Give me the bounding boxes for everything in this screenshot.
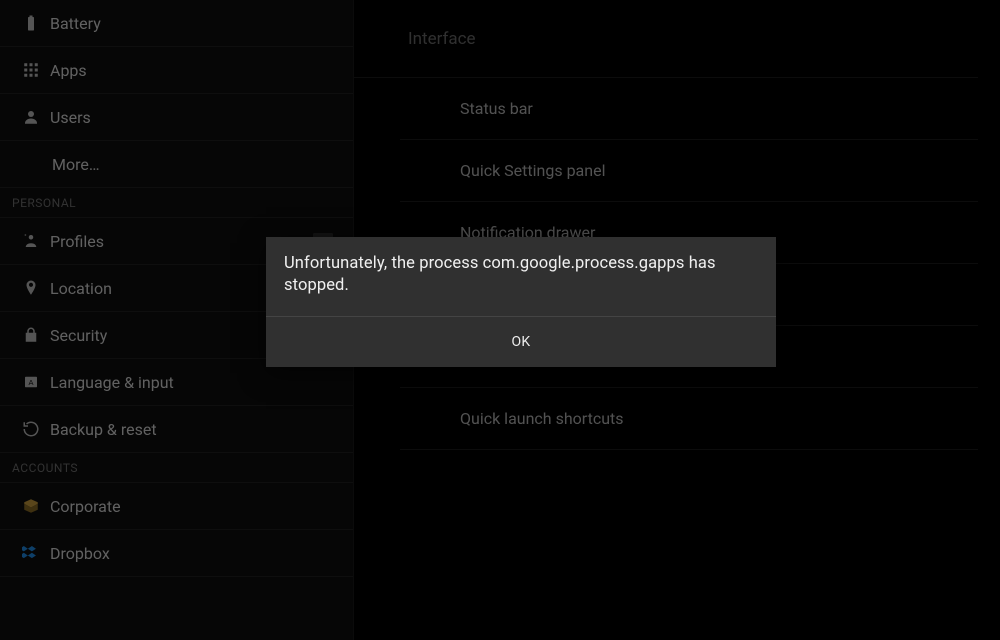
language-icon: A bbox=[22, 370, 50, 394]
sidebar-item-label: Location bbox=[50, 279, 112, 298]
dialog-ok-label: OK bbox=[511, 334, 530, 350]
sidebar-item-label: Users bbox=[50, 108, 91, 127]
sidebar-item-label: Apps bbox=[50, 61, 87, 80]
sidebar-item-battery[interactable]: Battery bbox=[0, 0, 353, 47]
content-item-label: Quick Settings panel bbox=[460, 161, 605, 180]
sidebar-item-label: More… bbox=[52, 155, 100, 174]
sidebar-item-label: Language & input bbox=[50, 373, 174, 392]
sidebar-item-corporate[interactable]: Corporate bbox=[0, 483, 353, 530]
apps-icon bbox=[22, 58, 50, 82]
profiles-icon bbox=[22, 229, 50, 253]
battery-icon bbox=[22, 11, 50, 35]
sidebar-category-label: ACCOUNTS bbox=[12, 461, 78, 475]
sidebar-item-dropbox[interactable]: Dropbox bbox=[0, 530, 353, 577]
svg-text:A: A bbox=[28, 378, 33, 387]
content-item-status-bar[interactable]: Status bar bbox=[400, 78, 978, 140]
sidebar-item-label: Dropbox bbox=[50, 544, 110, 563]
sidebar-item-label: Security bbox=[50, 326, 107, 345]
sidebar-item-label: Profiles bbox=[50, 232, 104, 251]
sidebar-item-users[interactable]: Users bbox=[0, 94, 353, 141]
content-item-label: Status bar bbox=[460, 99, 533, 118]
dialog-message: Unfortunately, the process com.google.pr… bbox=[266, 237, 776, 316]
sidebar-item-apps[interactable]: Apps bbox=[0, 47, 353, 94]
users-icon bbox=[22, 105, 50, 129]
dropbox-icon bbox=[22, 541, 50, 565]
lock-icon bbox=[22, 323, 50, 347]
error-dialog: Unfortunately, the process com.google.pr… bbox=[266, 237, 776, 367]
content-header: Interface bbox=[354, 0, 978, 78]
content-item-quick-settings[interactable]: Quick Settings panel bbox=[400, 140, 978, 202]
sidebar-item-more[interactable]: More… bbox=[0, 141, 353, 188]
corporate-icon bbox=[22, 494, 50, 518]
location-icon bbox=[22, 276, 50, 300]
sidebar-item-label: Battery bbox=[50, 14, 101, 33]
sidebar-category-personal: PERSONAL bbox=[0, 188, 353, 218]
sidebar-item-label: Backup & reset bbox=[50, 420, 157, 439]
content-header-label: Interface bbox=[408, 29, 476, 49]
content-item-label: Quick launch shortcuts bbox=[460, 409, 624, 428]
dialog-ok-button[interactable]: OK bbox=[266, 317, 776, 367]
sidebar-item-backup[interactable]: Backup & reset bbox=[0, 406, 353, 453]
sidebar-item-label: Corporate bbox=[50, 497, 121, 516]
sidebar-category-label: PERSONAL bbox=[12, 196, 76, 210]
backup-icon bbox=[22, 417, 50, 441]
sidebar-category-accounts: ACCOUNTS bbox=[0, 453, 353, 483]
content-item-quick-launch[interactable]: Quick launch shortcuts bbox=[400, 388, 978, 450]
settings-screen: Battery Apps Users More… PERSONAL Profil… bbox=[0, 0, 1000, 640]
